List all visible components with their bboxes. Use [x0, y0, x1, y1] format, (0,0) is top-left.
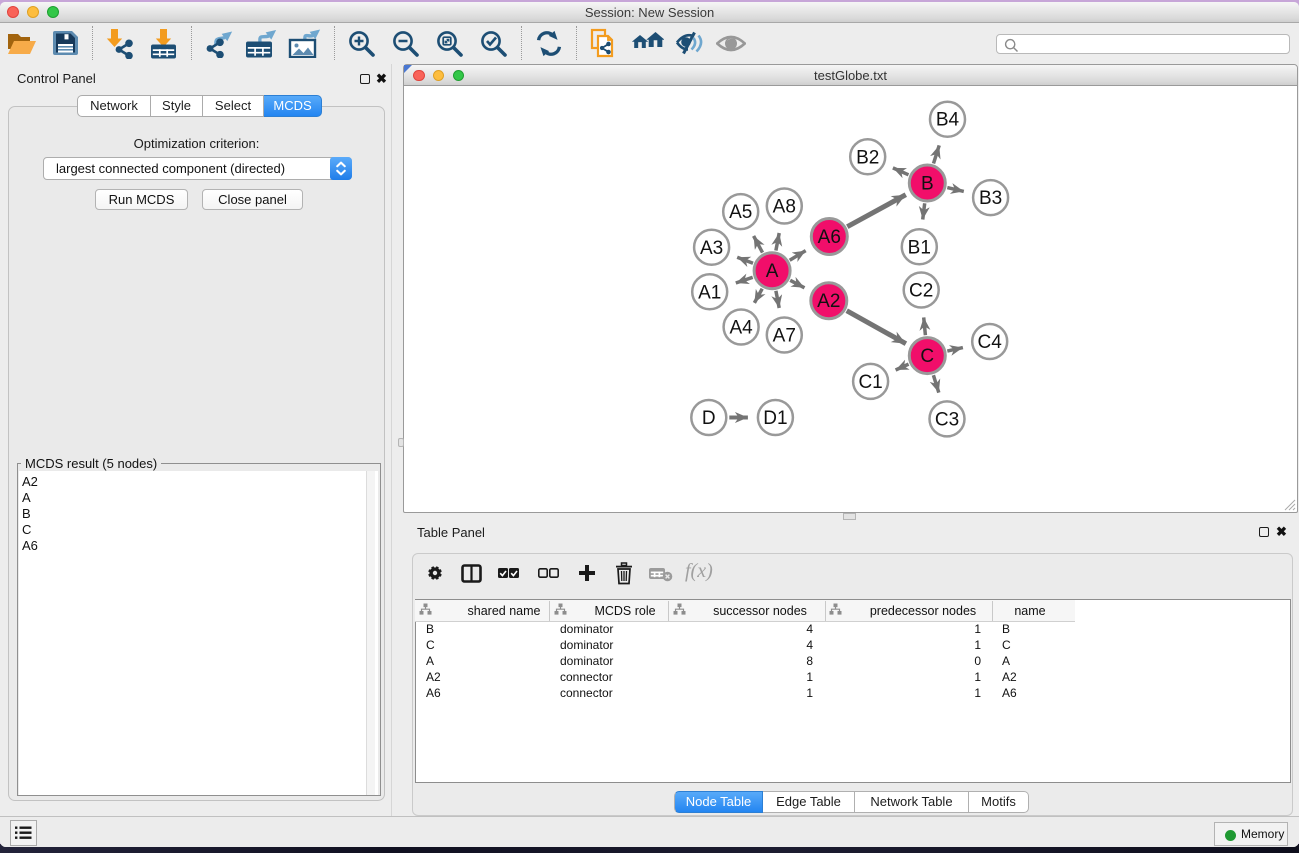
- svg-text:B2: B2: [856, 147, 879, 168]
- svg-text:A7: A7: [773, 326, 796, 347]
- svg-text:D1: D1: [763, 408, 787, 429]
- svg-text:A4: A4: [729, 318, 753, 339]
- svg-text:C2: C2: [909, 281, 933, 302]
- svg-text:A1: A1: [698, 282, 721, 303]
- svg-text:B3: B3: [979, 188, 1002, 209]
- svg-text:A8: A8: [773, 197, 796, 218]
- svg-text:A5: A5: [729, 202, 752, 223]
- svg-text:C1: C1: [858, 372, 882, 393]
- svg-text:B4: B4: [936, 110, 960, 131]
- svg-text:A6: A6: [818, 227, 841, 248]
- svg-text:B1: B1: [908, 237, 931, 258]
- svg-text:C: C: [920, 346, 934, 367]
- svg-text:D: D: [702, 408, 716, 429]
- svg-text:B: B: [921, 174, 934, 195]
- svg-text:C4: C4: [978, 332, 1003, 353]
- svg-text:A3: A3: [700, 238, 723, 259]
- svg-text:A2: A2: [817, 291, 840, 312]
- svg-text:A: A: [766, 261, 779, 282]
- svg-text:C3: C3: [935, 409, 959, 430]
